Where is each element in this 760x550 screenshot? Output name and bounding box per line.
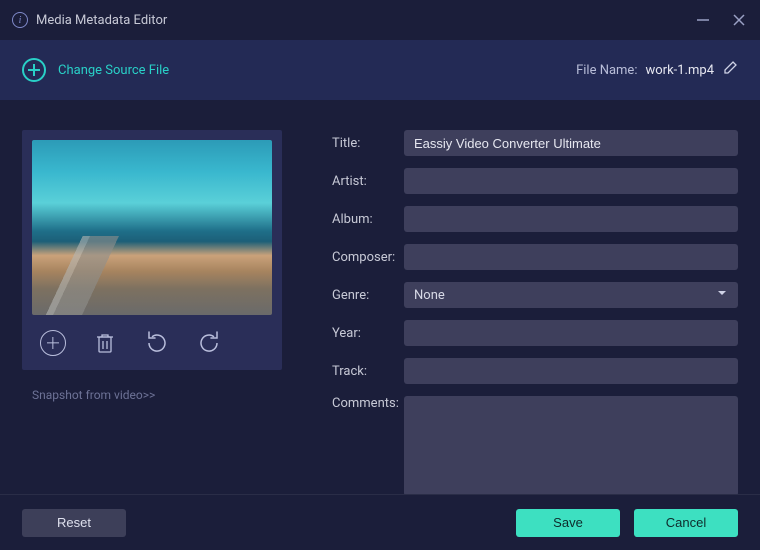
genre-select[interactable]: None bbox=[404, 282, 738, 308]
artist-label: Artist: bbox=[332, 174, 404, 189]
change-source-label: Change Source File bbox=[58, 63, 169, 78]
minimize-button[interactable] bbox=[694, 11, 712, 29]
rotate-ccw-button[interactable] bbox=[144, 330, 170, 356]
file-name-label: File Name: bbox=[576, 63, 637, 78]
change-source-button[interactable]: Change Source File bbox=[22, 58, 169, 82]
chevron-down-icon bbox=[716, 287, 728, 303]
plus-circle-icon bbox=[22, 58, 46, 82]
track-input[interactable] bbox=[404, 358, 738, 384]
delete-thumbnail-button[interactable] bbox=[92, 330, 118, 356]
header-bar: Change Source File File Name: work-1.mp4 bbox=[0, 40, 760, 100]
close-button[interactable] bbox=[730, 11, 748, 29]
album-label: Album: bbox=[332, 212, 404, 227]
thumbnail-toolbar bbox=[32, 315, 272, 370]
save-button[interactable]: Save bbox=[516, 509, 620, 537]
footer-bar: Reset Save Cancel bbox=[0, 494, 760, 550]
app-info-icon: i bbox=[12, 12, 28, 28]
main-content: Snapshot from video>> Title: Artist: Alb… bbox=[0, 100, 760, 494]
composer-label: Composer: bbox=[332, 250, 404, 265]
title-input[interactable] bbox=[404, 130, 738, 156]
album-input[interactable] bbox=[404, 206, 738, 232]
year-label: Year: bbox=[332, 326, 404, 341]
file-name-value: work-1.mp4 bbox=[645, 63, 714, 78]
thumbnail-image bbox=[32, 140, 272, 315]
add-thumbnail-button[interactable] bbox=[40, 330, 66, 356]
comments-textarea[interactable] bbox=[404, 396, 738, 496]
composer-input[interactable] bbox=[404, 244, 738, 270]
cancel-button[interactable]: Cancel bbox=[634, 509, 738, 537]
thumbnail-panel: Snapshot from video>> bbox=[22, 130, 282, 494]
title-label: Title: bbox=[332, 136, 404, 151]
edit-filename-button[interactable] bbox=[722, 60, 738, 80]
track-label: Track: bbox=[332, 364, 404, 379]
snapshot-from-video-link[interactable]: Snapshot from video>> bbox=[22, 388, 282, 402]
comments-label: Comments: bbox=[332, 396, 404, 411]
thumbnail-frame bbox=[22, 130, 282, 370]
rotate-cw-button[interactable] bbox=[196, 330, 222, 356]
year-input[interactable] bbox=[404, 320, 738, 346]
genre-label: Genre: bbox=[332, 288, 404, 303]
artist-input[interactable] bbox=[404, 168, 738, 194]
title-bar: i Media Metadata Editor bbox=[0, 0, 760, 40]
metadata-form: Title: Artist: Album: Composer: Genre: N… bbox=[332, 130, 738, 494]
genre-selected-value: None bbox=[414, 288, 445, 303]
window-title: Media Metadata Editor bbox=[36, 13, 167, 28]
reset-button[interactable]: Reset bbox=[22, 509, 126, 537]
